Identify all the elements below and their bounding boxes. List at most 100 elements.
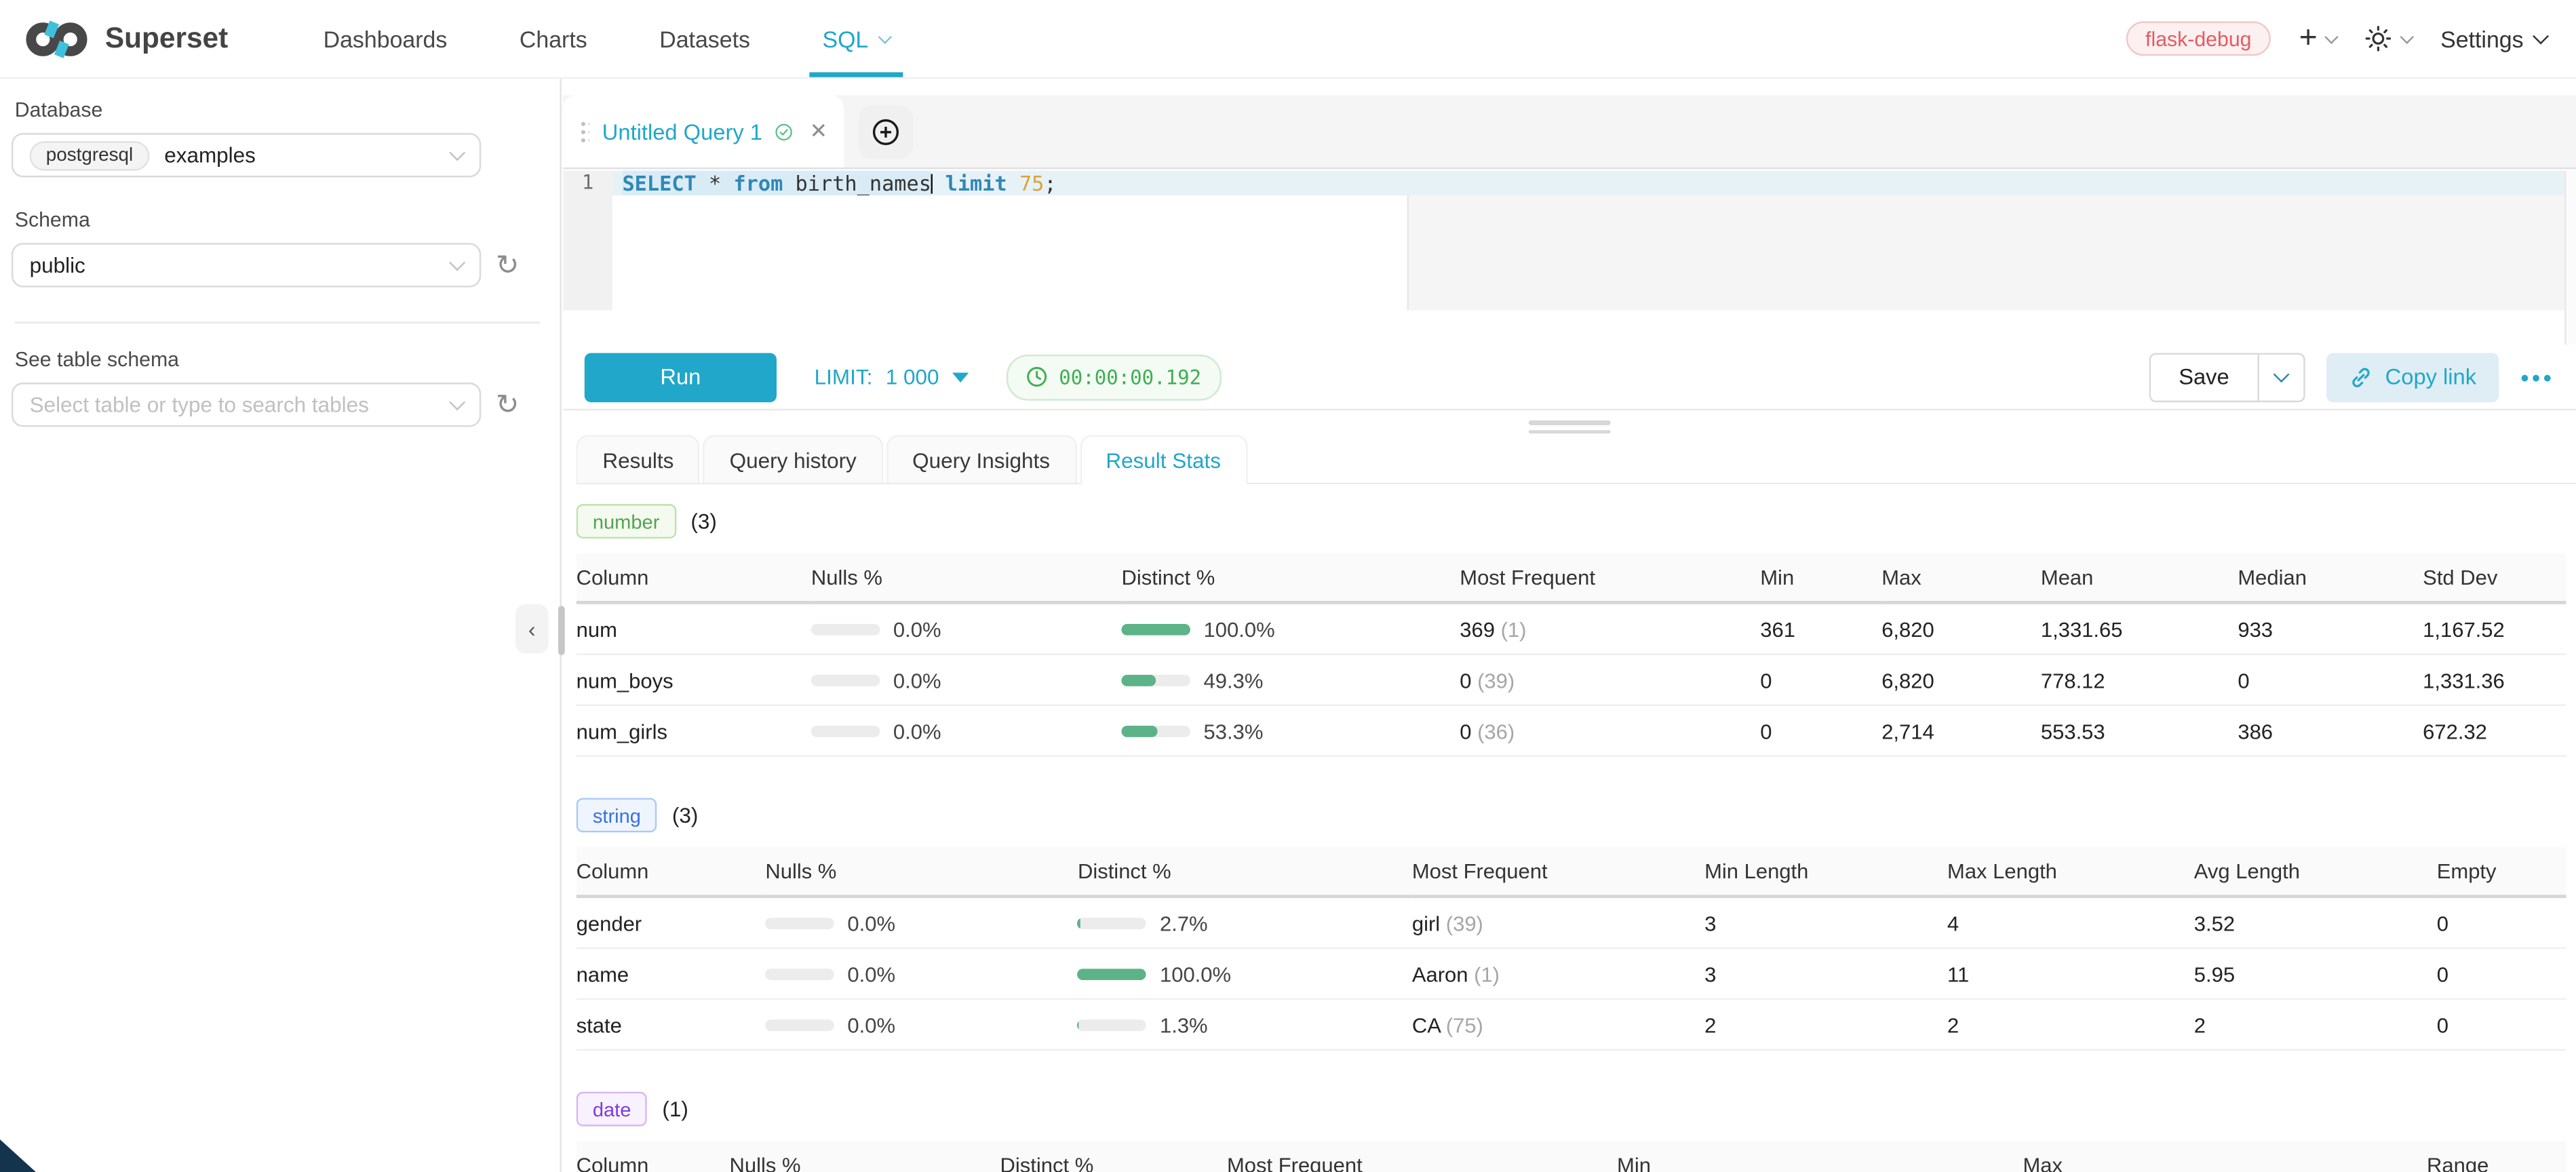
value-with-count: 0 (36) — [1460, 705, 1760, 756]
results-tabbar: Results Query history Query Insights Res… — [577, 433, 2576, 484]
stat-cell: 11 — [1947, 948, 2194, 999]
active-nav-underline — [809, 73, 903, 77]
scrollbar-thumb[interactable] — [558, 606, 565, 655]
stat-cell: 361 — [1760, 602, 1881, 654]
code-token: 75 — [1019, 171, 1044, 195]
brand-name: Superset — [105, 21, 228, 56]
theme-menu[interactable] — [2365, 24, 2413, 52]
code-token: from — [733, 171, 783, 195]
link-icon — [2349, 366, 2372, 389]
sql-editor[interactable]: 1 SELECT * from birth_names limit 75; — [563, 171, 2576, 345]
query-success-check-icon — [775, 119, 793, 144]
value-with-count: 0 (39) — [1460, 655, 1760, 705]
code-token: ; — [1044, 171, 1056, 195]
stat-cell: num_boys — [577, 655, 811, 705]
value-with-count: CA (75) — [1412, 999, 1704, 1050]
new-query-tab-button[interactable] — [859, 105, 913, 159]
superset-brand[interactable]: Superset — [23, 19, 228, 58]
stats-table-date: ColumnNulls %Distinct %Most FrequentMinM… — [577, 1141, 2567, 1172]
stats-section-number: number(3)ColumnNulls %Distinct %Most Fre… — [577, 504, 2567, 757]
column-header: Max — [1881, 553, 2041, 603]
metric-bar-cell: 0.0% — [811, 655, 1122, 705]
query-tab-title: Untitled Query 1 — [602, 119, 762, 144]
stats-row-num_girls: num_girls0.0%53.3%0 (36)02,714553.533866… — [577, 705, 2567, 756]
metric-bar-cell: 2.7% — [1078, 897, 1412, 948]
column-count: (1) — [662, 1097, 688, 1121]
save-button[interactable]: Save — [2151, 354, 2257, 400]
collapse-sidebar-button[interactable]: ‹ — [515, 604, 548, 654]
nav-right-section: flask-debug + Settings — [2126, 21, 2546, 56]
tab-query-history[interactable]: Query history — [703, 435, 883, 482]
refresh-tables-icon[interactable]: ↻ — [496, 391, 519, 418]
type-badge-number: number — [577, 504, 676, 539]
type-badge-string: string — [577, 798, 657, 832]
close-tab-icon[interactable]: ✕ — [810, 118, 827, 144]
stat-cell: 0 — [2437, 897, 2567, 948]
table-schema-label: See table schema — [15, 348, 543, 371]
query-tab[interactable]: Untitled Query 1 ✕ — [563, 95, 844, 168]
schema-label: Schema — [15, 208, 543, 231]
percent-bar — [1122, 624, 1191, 636]
nav-sql[interactable]: SQL — [786, 0, 926, 77]
nav-datasets[interactable]: Datasets — [623, 0, 786, 77]
save-dropdown-button[interactable] — [2257, 354, 2303, 400]
percent-bar — [811, 726, 880, 737]
new-item-menu[interactable]: + — [2299, 23, 2337, 54]
limit-dropdown[interactable]: LIMIT: 1 000 — [815, 364, 969, 389]
editor-gutter: 1 — [563, 171, 612, 311]
value-with-count: 369 (1) — [1460, 602, 1760, 654]
percent-bar — [1078, 918, 1147, 929]
database-select[interactable]: postgresql examples — [12, 133, 481, 177]
column-header: Distinct % — [1000, 1141, 1227, 1172]
percent-bar — [765, 918, 834, 929]
save-split-button: Save — [2149, 352, 2305, 402]
metric-bar-cell: 100.0% — [1078, 948, 1412, 999]
schema-select[interactable]: public — [12, 243, 481, 287]
editor-scrollbar[interactable] — [2564, 171, 2576, 345]
chevron-down-icon — [878, 29, 892, 43]
tab-results[interactable]: Results — [577, 435, 700, 482]
more-actions-button[interactable]: ••• — [2520, 364, 2554, 390]
column-header: Range — [2427, 1141, 2566, 1172]
drag-handle-icon[interactable] — [580, 119, 589, 144]
stat-cell: num_girls — [577, 705, 811, 756]
column-header: Avg Length — [2194, 847, 2437, 897]
table-select[interactable]: Select table or type to search tables — [12, 383, 481, 427]
stat-cell: 553.53 — [2041, 705, 2238, 756]
superset-logo-icon — [23, 19, 90, 58]
code-token: SELECT — [622, 171, 696, 195]
sun-icon — [2365, 24, 2393, 52]
type-badge-date: date — [577, 1092, 648, 1127]
nav-dashboards[interactable]: Dashboards — [287, 0, 483, 77]
copy-link-button[interactable]: Copy link — [2326, 352, 2499, 402]
schema-value: public — [30, 253, 85, 277]
tab-query-insights[interactable]: Query Insights — [886, 435, 1076, 482]
chevron-down-icon — [2325, 29, 2339, 43]
column-count: (3) — [690, 509, 716, 533]
database-label: Database — [15, 98, 543, 121]
tab-result-stats[interactable]: Result Stats — [1080, 435, 1247, 484]
app-root: Superset Dashboards Charts Datasets SQL … — [0, 0, 2576, 1172]
database-engine-tag: postgresql — [30, 140, 150, 170]
metric-bar-cell: 0.0% — [765, 897, 1078, 948]
stats-row-num: num0.0%100.0%369 (1)3616,8201,331.659331… — [577, 602, 2567, 654]
chevron-down-icon — [449, 394, 465, 410]
nav-charts[interactable]: Charts — [484, 0, 623, 77]
settings-menu[interactable]: Settings — [2440, 26, 2546, 52]
stat-cell: 2 — [1947, 999, 2194, 1050]
metric-bar-cell: 0.0% — [765, 999, 1078, 1050]
stat-cell: 386 — [2238, 705, 2423, 756]
column-header: Std Dev — [2423, 553, 2566, 603]
column-header: Median — [2238, 553, 2423, 603]
chevron-down-icon — [2533, 28, 2549, 44]
code-token — [1007, 171, 1019, 195]
query-tabbar: Untitled Query 1 ✕ — [563, 95, 2576, 169]
line-number: 1 — [582, 171, 594, 194]
run-query-button[interactable]: Run — [585, 352, 777, 402]
table-select-placeholder: Select table or type to search tables — [30, 393, 369, 417]
refresh-schemas-icon[interactable]: ↻ — [496, 251, 519, 279]
code-token: birth_names — [783, 171, 931, 195]
stat-cell: 933 — [2238, 602, 2423, 654]
column-header: Most Frequent — [1227, 1141, 1617, 1172]
percent-bar — [811, 675, 880, 686]
